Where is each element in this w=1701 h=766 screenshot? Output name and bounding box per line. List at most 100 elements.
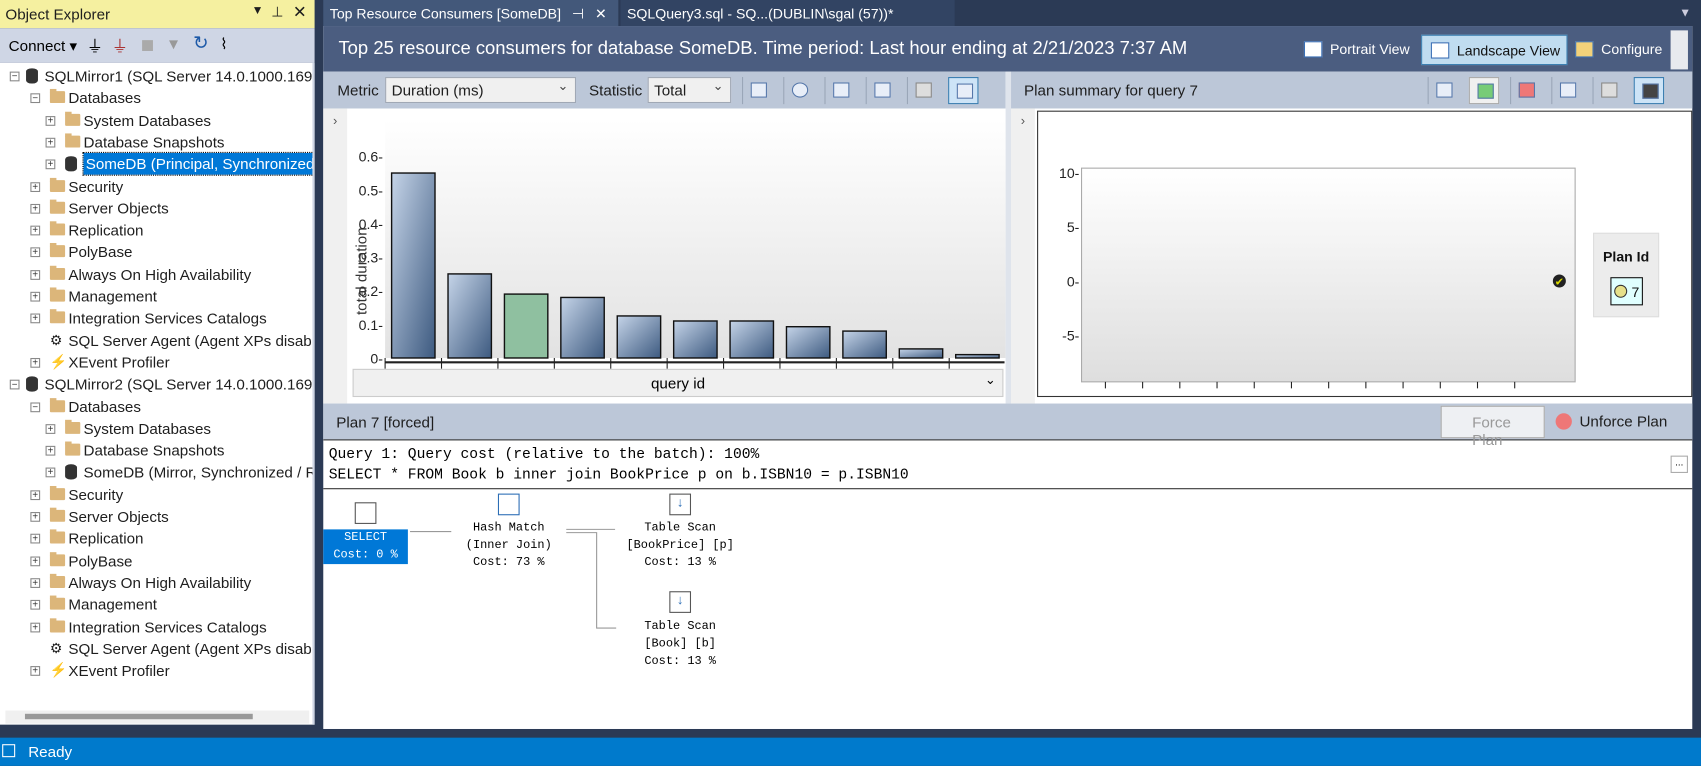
right-expand-button[interactable]: › <box>1011 108 1035 404</box>
filter-icon[interactable]: ▼ <box>166 35 181 52</box>
tree-item[interactable]: ⚙ SQL Server Agent (Agent XPs disabled <box>0 638 313 660</box>
expand-icon[interactable]: + <box>45 137 56 148</box>
expand-icon[interactable]: + <box>30 247 41 258</box>
expand-icon[interactable]: + <box>45 445 56 456</box>
expand-icon[interactable]: + <box>30 181 41 192</box>
tree-item[interactable]: + PolyBase <box>0 241 312 263</box>
compare-plans-button[interactable] <box>1551 77 1581 105</box>
view-query-button[interactable] <box>824 77 854 105</box>
tab-overflow-icon[interactable]: ▼ <box>1679 7 1691 20</box>
refresh-icon[interactable]: ↻ <box>193 33 208 55</box>
track-query-button[interactable] <box>783 77 813 105</box>
close-icon[interactable]: ✕ <box>293 2 307 22</box>
grid-view-button[interactable] <box>1592 77 1622 105</box>
table-scan-book[interactable]: Table Scan [Book] [b] Cost: 13 % <box>644 618 716 670</box>
table-scan-bookprice[interactable]: Table Scan [BookPrice] [p] Cost: 13 % <box>626 520 733 572</box>
expand-icon[interactable]: + <box>30 622 41 632</box>
tree-item[interactable]: + Replication <box>0 219 312 241</box>
scrollbar-thumb[interactable] <box>24 713 253 720</box>
tree-item[interactable]: + Server Objects <box>0 506 312 528</box>
close-icon[interactable]: ✕ <box>595 5 607 21</box>
expand-icon[interactable]: + <box>45 159 56 170</box>
expand-icon[interactable]: + <box>30 357 41 368</box>
tree-item[interactable]: + Replication <box>0 528 312 550</box>
tree-item[interactable]: + PolyBase <box>0 550 312 572</box>
force-plan-button[interactable]: Force Plan <box>1440 405 1545 448</box>
tab-sqlquery3[interactable]: SQLQuery3.sql - SQ...(DUBLIN\sgal (57))* <box>620 0 955 27</box>
tree-item[interactable]: + Security <box>0 175 312 197</box>
collapse-icon[interactable]: − <box>9 379 20 390</box>
tree-item[interactable]: + Server Objects <box>0 197 312 219</box>
connect-plug-icon[interactable]: ⏚ <box>87 35 103 58</box>
tree-item[interactable]: − SQLMirror1 (SQL Server 14.0.1000.169 - … <box>0 65 312 87</box>
expand-icon[interactable]: + <box>30 666 41 676</box>
collapse-icon[interactable]: − <box>30 93 41 104</box>
table-scan-icon[interactable]: ↓ <box>669 493 692 516</box>
expand-icon[interactable]: + <box>30 578 41 588</box>
hash-match-operator[interactable]: Hash Match (Inner Join) Cost: 73 % <box>466 520 552 572</box>
expand-icon[interactable]: + <box>45 115 56 126</box>
hash-match-icon[interactable] <box>497 493 520 516</box>
chart-view-button[interactable] <box>948 77 979 105</box>
tree-item[interactable]: + SomeDB (Principal, Synchronized) <box>0 152 313 176</box>
tree-item[interactable]: + System Databases <box>0 417 312 439</box>
expand-icon[interactable]: + <box>30 556 41 566</box>
tab-top-resource-consumers[interactable]: Top Resource Consumers [SomeDB] ⊣ ✕ <box>323 0 619 27</box>
unforce-plan-toolbar-button[interactable] <box>1510 77 1540 105</box>
expand-icon[interactable]: + <box>45 467 56 478</box>
expand-icon[interactable]: + <box>30 225 41 236</box>
grid-format-button[interactable] <box>865 77 896 105</box>
force-plan-toolbar-button[interactable] <box>1468 77 1500 105</box>
tree-item[interactable]: ⚙ SQL Server Agent (Agent XPs disabled <box>0 329 313 351</box>
query-id-axis-select[interactable]: query id ⌄ <box>352 368 1004 398</box>
collapse-icon[interactable]: − <box>9 71 20 82</box>
tree-item[interactable]: + Database Snapshots <box>0 131 312 153</box>
tree-item[interactable]: + Integration Services Catalogs <box>0 616 312 638</box>
expand-icon[interactable]: + <box>45 423 56 434</box>
collapse-icon[interactable]: − <box>30 401 41 412</box>
tree-item[interactable]: + Integration Services Catalogs <box>0 307 312 329</box>
tree-item[interactable]: + SomeDB (Mirror, Synchronized / Re <box>0 461 312 483</box>
connect-button[interactable]: Connect ▾ <box>9 37 77 55</box>
pin-icon[interactable]: ⊥ <box>271 3 283 20</box>
portrait-view-button[interactable]: Portrait View <box>1295 35 1416 65</box>
stop-icon[interactable] <box>142 40 153 51</box>
expand-icon[interactable]: + <box>30 313 41 324</box>
select-operator[interactable]: SELECT Cost: 0 % <box>323 529 408 565</box>
activity-monitor-icon[interactable]: ⌇ <box>220 35 227 53</box>
tree-item[interactable]: + System Databases <box>0 109 312 131</box>
chart-view-button[interactable] <box>1633 77 1665 105</box>
tree-item[interactable]: + Always On High Availability <box>0 263 312 285</box>
tree-item[interactable]: + ⚡ XEvent Profiler <box>0 351 312 373</box>
tree-item[interactable]: + Always On High Availability <box>0 572 312 594</box>
tree-item[interactable]: − Databases <box>0 87 312 109</box>
unforce-plan-button[interactable]: Unforce Plan <box>1549 406 1670 439</box>
configure-button[interactable]: Configure <box>1566 35 1668 65</box>
left-expand-button[interactable]: › <box>323 108 348 404</box>
tree-item[interactable]: + ⚡ XEvent Profiler <box>0 660 312 682</box>
tree-item[interactable]: − SQLMirror2 (SQL Server 14.0.1000.169 - … <box>0 373 312 395</box>
select-operator-icon[interactable] <box>354 502 377 524</box>
grid-additional-button[interactable] <box>906 77 937 105</box>
expand-icon[interactable]: + <box>30 534 41 544</box>
horizontal-scrollbar[interactable] <box>5 710 310 724</box>
metric-select[interactable]: Duration (ms) <box>385 77 577 104</box>
table-scan-icon[interactable]: ↓ <box>669 591 692 613</box>
refresh-button[interactable] <box>1427 77 1458 105</box>
tree-item[interactable]: + Database Snapshots <box>0 439 312 461</box>
expand-icon[interactable]: + <box>30 600 41 610</box>
tree-item[interactable]: + Management <box>0 594 312 616</box>
header-overflow-button[interactable] <box>1670 30 1688 70</box>
tree-item[interactable]: + Management <box>0 285 312 307</box>
tree-item[interactable]: − Databases <box>0 395 312 417</box>
expand-icon[interactable]: + <box>30 511 41 522</box>
dropdown-icon[interactable]: ▼ <box>252 4 264 17</box>
tree-item[interactable]: + Security <box>0 483 312 505</box>
refresh-button[interactable] <box>742 77 772 105</box>
expand-icon[interactable]: + <box>30 291 41 302</box>
expand-query-button[interactable]: ... <box>1670 455 1688 473</box>
expand-icon[interactable]: + <box>30 203 41 214</box>
expand-icon[interactable]: + <box>30 269 41 280</box>
disconnect-icon[interactable]: ⏚ <box>112 35 128 58</box>
statistic-select[interactable]: Total <box>647 77 732 104</box>
